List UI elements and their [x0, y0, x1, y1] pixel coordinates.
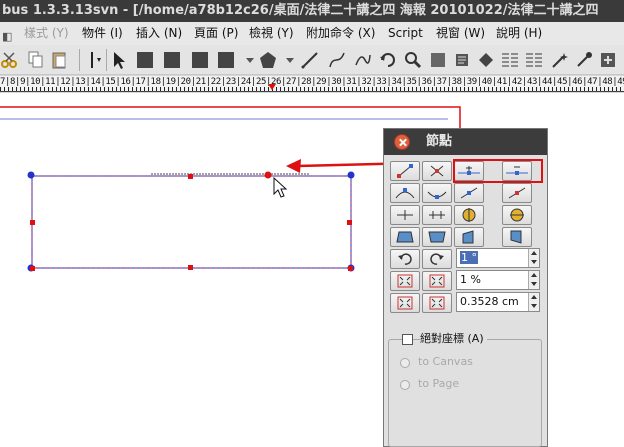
- palette-title: 節點: [426, 134, 453, 149]
- resize-handle[interactable]: [347, 220, 352, 225]
- open-path-button[interactable]: [390, 205, 420, 225]
- menu-insert[interactable]: 插入 (N): [136, 22, 182, 45]
- render-frame-icon[interactable]: [190, 50, 210, 70]
- rotation-value: 1 °: [460, 251, 478, 264]
- polygon-icon[interactable]: [258, 50, 278, 70]
- selected-shape[interactable]: [31, 175, 352, 269]
- absolute-coords-checkbox[interactable]: [402, 334, 413, 345]
- move-distance-spinbox[interactable]: 0.3528 cm: [456, 292, 540, 312]
- text-frame-icon[interactable]: [135, 50, 155, 70]
- spin-arrows-icon[interactable]: [528, 271, 539, 289]
- corner-node[interactable]: [27, 171, 35, 179]
- corner-node[interactable]: [347, 171, 355, 179]
- shear-up-button[interactable]: [454, 227, 484, 247]
- shear-right-button[interactable]: [422, 227, 452, 247]
- menu-bar: ◧ 樣式 (Y) 物件 (I) 插入 (N) 頁面 (P) 檢視 (Y) 附加命…: [0, 22, 624, 45]
- menu-edit-icon[interactable]: ◧: [2, 25, 12, 45]
- toolbar: [0, 45, 624, 75]
- move-value: 0.3528 cm: [460, 295, 519, 308]
- enlarge-by-value-button[interactable]: [422, 293, 452, 313]
- rotation-angle-spinbox[interactable]: 1 °: [456, 248, 540, 268]
- shear-down-button[interactable]: [502, 227, 532, 247]
- menu-window[interactable]: 視窗 (W): [436, 22, 485, 45]
- shrink-by-value-button[interactable]: [390, 293, 420, 313]
- edit-text-icon[interactable]: [428, 50, 448, 70]
- bezier-icon[interactable]: [327, 50, 347, 70]
- window-title: bus 1.3.3.13svn - [/home/a78b12c26/桌面/法律…: [0, 0, 624, 22]
- frame-handle-icon[interactable]: [84, 50, 104, 70]
- to-page-label: to Page: [418, 377, 460, 390]
- toolbar-separator: [79, 49, 80, 71]
- rotate-right-button[interactable]: [422, 249, 452, 269]
- reset-this-control-point-button[interactable]: [422, 183, 452, 203]
- independent-control-points-button[interactable]: [454, 183, 484, 203]
- absolute-coords-label: 絕對座標 (A): [420, 330, 487, 346]
- reset-control-points-button[interactable]: [390, 183, 420, 203]
- mirror-horizontal-button[interactable]: [454, 205, 484, 225]
- menu-page[interactable]: 頁面 (P): [194, 22, 238, 45]
- shrink-button[interactable]: [390, 271, 420, 291]
- move-control-points-button[interactable]: [422, 161, 452, 181]
- mirror-vertical-button[interactable]: [502, 205, 532, 225]
- eyedropper-icon[interactable]: [574, 50, 594, 70]
- to-page-radio[interactable]: [400, 380, 410, 390]
- resize-handle[interactable]: [30, 266, 35, 271]
- close-path-button[interactable]: [422, 205, 452, 225]
- horizontal-ruler[interactable]: 7|8|9|10|11|12|13|14|15|16|17|18|19|20|2…: [0, 76, 624, 92]
- symmetric-control-points-button[interactable]: [502, 183, 532, 203]
- copy-properties-icon[interactable]: [550, 50, 570, 70]
- resize-handle[interactable]: [188, 174, 193, 179]
- copy-icon[interactable]: [26, 50, 46, 70]
- image-frame-icon[interactable]: [162, 50, 182, 70]
- link-frames-icon[interactable]: [476, 50, 496, 70]
- cut-icon[interactable]: [0, 50, 20, 70]
- scale-value: 1 %: [460, 273, 481, 286]
- to-canvas-radio[interactable]: [400, 358, 410, 368]
- rotate-left-button[interactable]: [390, 249, 420, 269]
- line-icon[interactable]: [300, 50, 320, 70]
- annotation-arrowhead-icon: [286, 159, 301, 173]
- highlight-box: [453, 159, 543, 183]
- menu-view[interactable]: 檢視 (Y): [249, 22, 294, 45]
- measure-icon[interactable]: [524, 50, 544, 70]
- to-canvas-label: to Canvas: [418, 355, 473, 368]
- nodes-palette: 節點 1 ° 1 % 0.3528 cm 絕對座標 (A) to Canvas …: [383, 128, 548, 447]
- move-nodes-button[interactable]: [390, 161, 420, 181]
- table-icon[interactable]: [216, 50, 236, 70]
- resize-handle[interactable]: [348, 266, 353, 271]
- shape-dropdown-icon[interactable]: [240, 50, 260, 70]
- menu-help[interactable]: 說明 (H): [496, 22, 542, 45]
- menu-style[interactable]: 樣式 (Y): [24, 22, 69, 45]
- menu-item[interactable]: 物件 (I): [82, 22, 123, 45]
- pdf-tools-icon[interactable]: [598, 50, 618, 70]
- menu-script[interactable]: Script: [388, 22, 423, 45]
- resize-handle[interactable]: [30, 220, 35, 225]
- active-node[interactable]: [264, 171, 272, 179]
- spin-arrows-icon[interactable]: [528, 293, 539, 311]
- scale-spinbox[interactable]: 1 %: [456, 270, 540, 290]
- toolbar-separator: [106, 49, 107, 71]
- palette-titlebar[interactable]: 節點: [384, 129, 547, 155]
- paste-icon[interactable]: [50, 50, 70, 70]
- scribus-window: bus 1.3.3.13svn - [/home/a78b12c26/桌面/法律…: [0, 0, 624, 447]
- story-editor-icon[interactable]: [452, 50, 472, 70]
- zoom-icon[interactable]: [403, 50, 423, 70]
- close-icon[interactable]: [394, 134, 410, 150]
- freehand-icon[interactable]: [353, 50, 373, 70]
- enlarge-button[interactable]: [422, 271, 452, 291]
- resize-handle[interactable]: [188, 265, 193, 270]
- unlink-frames-icon[interactable]: [500, 50, 520, 70]
- ruler-ticks: [0, 87, 624, 91]
- ruler-labels: 7|8|9|10|11|12|13|14|15|16|17|18|19|20|2…: [0, 77, 624, 87]
- mouse-cursor-icon: [273, 176, 288, 198]
- spin-arrows-icon[interactable]: [528, 249, 539, 267]
- select-tool-icon[interactable]: [109, 50, 129, 70]
- shear-left-button[interactable]: [390, 227, 420, 247]
- menu-extras[interactable]: 附加命令 (X): [306, 22, 375, 45]
- selection-outline: [31, 175, 352, 269]
- polygon-dropdown-icon[interactable]: [280, 50, 300, 70]
- ruler-cursor-marker: [268, 84, 276, 90]
- rotate-icon[interactable]: [378, 50, 398, 70]
